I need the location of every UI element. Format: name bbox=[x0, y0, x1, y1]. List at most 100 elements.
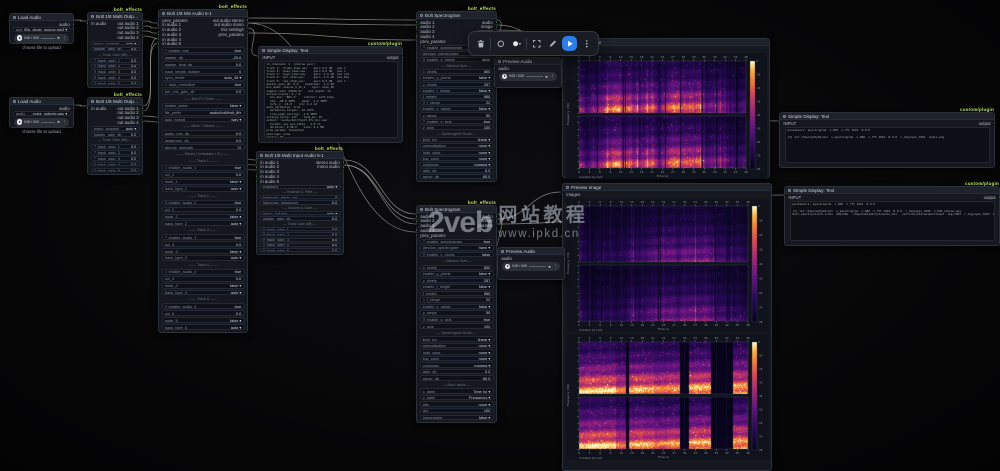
toggle-dot[interactable] bbox=[93, 76, 97, 79]
seek-bar[interactable] bbox=[525, 76, 543, 77]
socket-dot[interactable] bbox=[140, 106, 144, 110]
socket-dot[interactable] bbox=[415, 30, 419, 33]
widget-f_height[interactable]: f_height 960 bbox=[419, 93, 494, 100]
node-titlebar[interactable]: Simple Display: Text bbox=[785, 187, 999, 194]
widget-x_pixels[interactable]: x_pixels 800 bbox=[419, 264, 494, 271]
socket-dot[interactable] bbox=[140, 26, 144, 30]
node-titlebar[interactable]: Bolt Spectrogram bbox=[417, 12, 496, 19]
widget-light_rex[interactable]: light_rex linear ▾ bbox=[419, 336, 494, 342]
widget-y_pixels[interactable]: y_pixels 257 bbox=[419, 277, 494, 284]
socket-dot[interactable] bbox=[255, 165, 259, 169]
audio-player[interactable]: 0:00 / 0:00 ⋮ bbox=[502, 261, 560, 271]
socket-dot[interactable] bbox=[415, 34, 419, 38]
widget-mono_channel[interactable]: mono_channel auto ▾ bbox=[90, 125, 140, 131]
toggle-dot[interactable] bbox=[262, 233, 266, 236]
widget-mute_1[interactable]: mute_1 false ▾ bbox=[161, 178, 245, 185]
socket-dot[interactable] bbox=[400, 55, 404, 59]
node-titlebar[interactable]: Bolt Spectrogram bbox=[417, 206, 496, 213]
socket-dot[interactable] bbox=[140, 31, 144, 34]
toggle-dot[interactable] bbox=[164, 201, 168, 204]
widget-enable_y_pixels[interactable]: enable_y_pixels false ▾ bbox=[419, 271, 494, 277]
seek-bar[interactable] bbox=[40, 121, 55, 123]
widget-y_axis[interactable]: y_axis 100 bbox=[419, 323, 494, 329]
widget-harmonic_headroom[interactable]: harmonic_headroom 0.0 bbox=[259, 200, 341, 205]
socket-dot[interactable] bbox=[71, 22, 75, 26]
socket-dot[interactable] bbox=[415, 233, 419, 237]
socket-dot[interactable] bbox=[157, 18, 161, 22]
widget-master_gain_db[interactable]: master_gain_db 0.0 bbox=[90, 131, 140, 137]
widget-y_pixels[interactable]: y_pixels 257 bbox=[419, 81, 494, 87]
widget-x_pixels[interactable]: x_pixels 800 bbox=[419, 69, 494, 75]
toggle-dot[interactable] bbox=[164, 166, 168, 170]
node-preview-audio-2[interactable]: Preview Audio audio 0:00 / 0:00 ⋮ bbox=[496, 247, 565, 280]
widget-window_spectrogram[interactable]: window_spectrogram hann ▾ bbox=[419, 245, 494, 251]
toggle-dot[interactable] bbox=[93, 162, 97, 166]
widget-track_gain_3[interactable]: track_gain_3 0.0 bbox=[90, 69, 140, 74]
node-preview-image-1[interactable]: Preview Imageimages bbox=[561, 38, 770, 179]
widget-enable_y_range[interactable]: enable_y_range false ▾ bbox=[419, 303, 494, 310]
socket-dot[interactable] bbox=[71, 106, 75, 110]
widget-master_db[interactable]: master_db -20.0 bbox=[161, 54, 245, 61]
collapse-icon[interactable] bbox=[13, 99, 16, 103]
widget-enable_spectrogram[interactable]: enable_spectrogram true bbox=[419, 238, 494, 244]
widget-y_range[interactable]: y_range 50 bbox=[419, 310, 494, 316]
widget-range_db[interactable]: range_db 80.0 bbox=[419, 375, 494, 381]
socket-dot[interactable] bbox=[494, 20, 498, 24]
toggle-dot[interactable] bbox=[422, 298, 426, 302]
node-preview-audio-1[interactable]: Preview Audio audio 0:00 / 0:00 ⋮ bbox=[493, 57, 562, 88]
socket-dot[interactable] bbox=[245, 23, 249, 27]
widget-light_rex[interactable]: light_rex linear ▾ bbox=[419, 137, 494, 143]
seek-bar[interactable] bbox=[528, 266, 546, 267]
widget-enable_f_height[interactable]: enable_f_height false ▾ bbox=[419, 87, 494, 93]
toggle-dot[interactable] bbox=[93, 150, 97, 154]
node-titlebar[interactable]: Bolt 1/8 Multi Input Audio 5-1 bbox=[257, 152, 343, 159]
widget-mute_5[interactable]: mute_5 false ▾ bbox=[161, 317, 245, 324]
toggle-dot[interactable] bbox=[164, 270, 168, 273]
collapse-icon[interactable] bbox=[788, 188, 791, 192]
widget-gain_db[interactable]: gain_db 0.0 bbox=[419, 168, 494, 174]
toggle-dot[interactable] bbox=[93, 168, 97, 172]
collapse-icon[interactable] bbox=[783, 114, 786, 118]
player-menu-icon[interactable]: ⋮ bbox=[550, 74, 554, 78]
widget-title[interactable]: title none ▾ bbox=[419, 401, 494, 407]
toggle-dot[interactable] bbox=[164, 235, 168, 239]
socket-dot[interactable] bbox=[140, 21, 144, 25]
socket-dot[interactable] bbox=[992, 121, 996, 125]
node-titlebar[interactable]: Bolt 1/8 Mix Audio 5-1 bbox=[159, 10, 247, 17]
widget-enable_y_axis[interactable]: enable_y_axis true bbox=[419, 316, 494, 323]
toggle-dot[interactable] bbox=[164, 49, 168, 52]
collapse-icon[interactable] bbox=[91, 14, 94, 18]
socket-dot[interactable] bbox=[493, 66, 497, 70]
toggle-dot[interactable] bbox=[262, 238, 266, 241]
socket-dot[interactable] bbox=[415, 224, 419, 227]
socket-dot[interactable] bbox=[157, 23, 161, 27]
text-display[interactable]: parameters: spectrogram x_800 n_fft 1024… bbox=[789, 200, 995, 241]
widget-track_gain_5[interactable]: track_gain_5 0.0 bbox=[90, 80, 140, 86]
widget-enable_x_pixels[interactable]: enable_x_pixels false bbox=[419, 56, 494, 62]
node-display-text-2[interactable]: custom/plugin Simple Display: Text INPUT ou… bbox=[778, 107, 996, 168]
toggle-dot[interactable] bbox=[93, 81, 97, 85]
widget-normalization[interactable]: normalization none ▾ bbox=[419, 143, 494, 149]
widget-audio_rms_db[interactable]: audio_rms_db 0.0 bbox=[161, 130, 245, 137]
socket-dot[interactable] bbox=[140, 120, 144, 124]
socket-dot[interactable] bbox=[415, 39, 419, 43]
audio-player[interactable]: 0:00 / 0:00 ⋮ bbox=[14, 117, 69, 127]
widget-master_gain_db[interactable]: master_gain_db 0.0 bbox=[90, 46, 140, 52]
widget-enable_y_pixels[interactable]: enable_y_pixels false ▾ bbox=[419, 75, 494, 81]
socket-dot[interactable] bbox=[778, 121, 782, 125]
toggle-dot[interactable] bbox=[164, 305, 168, 308]
seek-bar[interactable] bbox=[40, 37, 55, 39]
toggle-dot[interactable] bbox=[422, 253, 426, 256]
widget-x_label[interactable]: x_label Time (s) ▾ bbox=[419, 388, 494, 394]
collapse-icon[interactable] bbox=[498, 59, 501, 63]
widget-mute_2[interactable]: mute_2 false ▾ bbox=[161, 213, 245, 220]
node-titlebar[interactable]: Simple Display: Text bbox=[259, 47, 402, 54]
widget-track_type_4[interactable]: track_type_4 auto ▾ bbox=[161, 289, 245, 296]
socket-dot[interactable] bbox=[415, 20, 419, 24]
socket-dot[interactable] bbox=[415, 25, 419, 29]
socket-dot[interactable] bbox=[783, 195, 787, 199]
toggle-dot[interactable] bbox=[422, 318, 426, 321]
toggle-dot[interactable] bbox=[262, 249, 266, 252]
widget-track_gain_1[interactable]: track_gain_1 0.0 bbox=[90, 143, 140, 149]
node-titlebar[interactable]: Bolt 1/8 Multi Output Audio bbox=[88, 13, 142, 20]
